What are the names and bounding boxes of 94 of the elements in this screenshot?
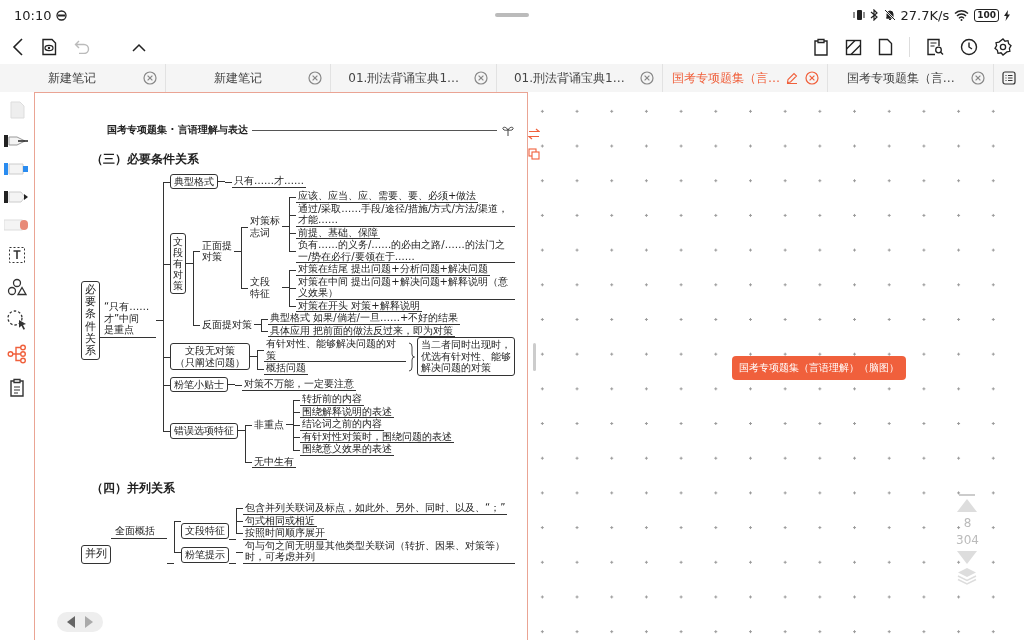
pen-icon[interactable]	[4, 134, 30, 148]
mindmap-icon[interactable]	[7, 344, 27, 364]
next-icon[interactable]	[84, 616, 93, 628]
list-icon[interactable]	[1002, 71, 1017, 85]
map-leaf: 句式相同或相近	[243, 514, 317, 528]
bluetooth-icon	[869, 9, 879, 21]
note-tab[interactable]: 01.刑法背诵宝典1…	[331, 64, 497, 92]
map-leaf: 对策在开头 对策+解释说明	[296, 299, 422, 313]
map-leaf: 典型格式 如果/倘若/一旦……+不好的结果	[268, 312, 461, 325]
map-leaf: 按照时间顺序展开	[243, 527, 327, 540]
vibrate-icon	[852, 9, 865, 21]
map-note: 当二者同时出现时，优选有针对性、能够解决问题的对策	[417, 337, 515, 376]
map-label: 非重点	[253, 417, 285, 432]
undo-icon[interactable]	[74, 40, 90, 54]
map-node: 文段有对策	[170, 233, 186, 295]
drag-handle[interactable]	[495, 13, 529, 17]
map-root-node: 并列	[81, 544, 111, 564]
map-leaf: 句与句之间无明显其他类型关联词（转折、因果、对策等）时，可考虑并列	[243, 539, 515, 564]
copy-icon[interactable]	[528, 148, 540, 160]
map-leaf: 结论词之前的内容	[300, 418, 384, 431]
map-leaf: 有针对性对策时，围绕问题的表述	[300, 430, 454, 444]
map-leaf: 转折前的内容	[300, 393, 364, 406]
shapes-icon[interactable]	[7, 278, 27, 296]
root-note: “只有……才”中间是重点	[100, 301, 156, 338]
map-label: 正面提对策	[201, 238, 233, 264]
eraser-icon[interactable]	[4, 218, 30, 232]
note-tab[interactable]: 新建笔记	[0, 64, 166, 92]
root-note: 全面概括	[111, 525, 167, 539]
map-node: 典型格式	[170, 173, 218, 190]
map-node: 粉笔小贴士	[170, 376, 228, 393]
chevron-up-icon[interactable]	[132, 42, 146, 52]
map-leaf: 概括问题	[264, 362, 308, 375]
clipboard-icon[interactable]	[8, 378, 26, 398]
section-title: （三）必要条件关系	[91, 153, 200, 167]
settings-icon[interactable]	[994, 38, 1012, 56]
pencil-icon[interactable]	[786, 72, 798, 84]
note-tab[interactable]: 新建笔记	[165, 64, 332, 92]
map-leaf: 对策在中间 提出问题+解决问题+解释说明（意义效果）	[296, 275, 515, 300]
swap-icon[interactable]	[528, 128, 540, 140]
slash-frame-icon[interactable]	[845, 38, 862, 56]
map-label: 对策标志词	[249, 214, 281, 240]
back-icon[interactable]	[12, 38, 24, 56]
previous-icon[interactable]	[67, 616, 76, 628]
battery-level: 100	[974, 8, 999, 22]
map-leaf: 对策在结尾 提出问题+分析问题+解决问题	[296, 263, 490, 276]
map-leaf: 负有……的义务/……的必由之路/……的法门之一/势在必行/要领在于……	[296, 239, 515, 264]
map-leaf: 具体应用 把前面的做法反过来，即为对策	[268, 324, 456, 338]
lasso-icon[interactable]	[6, 310, 28, 330]
map-node: 错误选项特征	[170, 423, 238, 439]
close-icon[interactable]	[474, 71, 488, 85]
close-icon[interactable]	[308, 71, 323, 85]
map-leaf: 通过/采取……手段/途径/措施/方式/方法/渠道，才能……	[296, 202, 515, 227]
map-leaf: 对策不万能，一定要注意	[242, 378, 356, 391]
bell-off-icon	[883, 9, 896, 21]
close-icon[interactable]	[142, 71, 157, 85]
section-title: （四）并列关系	[91, 482, 176, 497]
app-status-icon	[56, 9, 68, 21]
marker-icon[interactable]	[4, 190, 30, 204]
map-leaf: 无中生有	[252, 455, 296, 469]
close-icon[interactable]	[639, 71, 654, 85]
eye-document-icon[interactable]	[40, 38, 58, 56]
page-header: 国考专项题集 · 言语理解与表达	[107, 124, 248, 136]
map-node: 粉笔提示	[181, 547, 229, 563]
map-leaf: 围绕意义效果的表述	[300, 443, 394, 456]
drag-handle[interactable]	[959, 494, 976, 496]
network-speed: 27.7K/s	[900, 7, 950, 23]
page-icon[interactable]	[878, 38, 893, 56]
map-node: 文段特征	[181, 523, 229, 539]
close-icon[interactable]	[971, 71, 986, 85]
clock-time: 10:10	[14, 7, 52, 23]
map-leaf: 围绕解释说明的表述	[300, 405, 394, 419]
map-leaf: 应该、应当、应、需要、要、必须+做法	[296, 190, 479, 203]
page-count: 304	[956, 533, 979, 547]
map-leaf: 前提、基础、保障	[296, 226, 380, 240]
resize-handle[interactable]	[533, 343, 536, 371]
clipboard-icon[interactable]	[813, 38, 829, 56]
wifi-icon	[954, 9, 970, 21]
map-label: 反面提对策	[201, 318, 253, 332]
brace-icon	[408, 341, 415, 372]
charging-icon	[1004, 9, 1010, 21]
highlighter-icon[interactable]	[4, 162, 30, 176]
clock-icon[interactable]	[960, 38, 978, 56]
text-tool-icon[interactable]	[8, 246, 26, 264]
map-node: 文段无对策（只阐述问题）	[170, 343, 250, 371]
note-tab[interactable]: 01.刑法背诵宝典1…	[497, 64, 663, 92]
search-document-icon[interactable]	[926, 38, 944, 56]
close-icon[interactable]	[805, 71, 820, 85]
page-number: 8	[963, 516, 972, 530]
map-leaf: 包含并列关联词及标点，如此外、另外、同时、以及、“；”	[243, 502, 508, 515]
map-leaf: 只有……才……	[232, 175, 306, 188]
map-leaf: 有针对性、能够解决问题的对策	[264, 338, 406, 363]
map-root-node: 必要条件关系	[81, 281, 100, 360]
map-label: 文段特征	[249, 275, 271, 301]
note-tab[interactable]: 国考专项题集（言…	[828, 64, 995, 92]
